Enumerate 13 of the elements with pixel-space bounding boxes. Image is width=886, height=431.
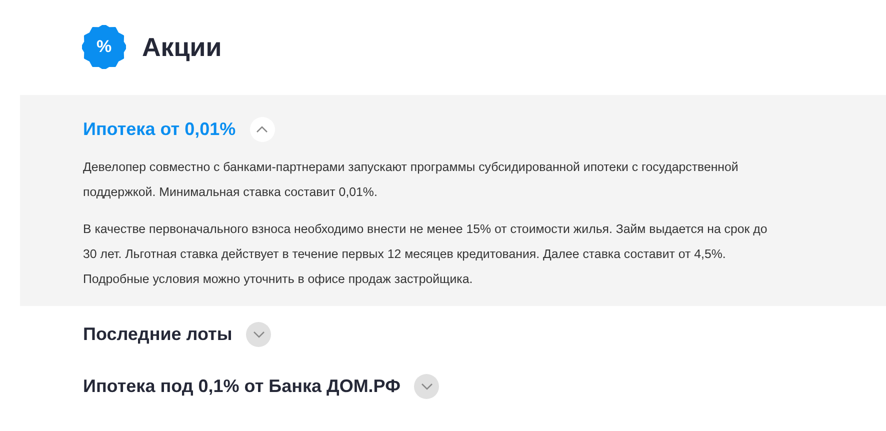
- section-title[interactable]: Последние лоты: [83, 324, 232, 344]
- toggle-button[interactable]: [246, 322, 272, 346]
- badge-icon: [82, 25, 126, 69]
- section-paragraph: Девелопер совместно с банками-партнерами запускают программы субсидированной ипотеки с государственной поддержкой. Минимальная ставка составит 0,01%.: [83, 159, 740, 201]
- chevron-icon: [252, 330, 265, 338]
- page-title: Акции: [142, 32, 222, 62]
- badge-label: %: [96, 37, 112, 57]
- section-title[interactable]: Ипотека под 0,1% от Банка ДОМ.РФ: [83, 376, 400, 396]
- chevron-icon: [420, 382, 433, 390]
- toggle-button[interactable]: [250, 116, 275, 142]
- chevron-icon: [256, 126, 268, 132]
- toggle-button[interactable]: [414, 374, 440, 398]
- section-paragraph: В качестве первоначального взноса необходимо внести не менее 15% от стоимости жилья. Займ выдается на срок до 30 лет. Льготная ставка действует в течение первых 12 месяцев кредитования. Далее ставка составит от 4,5%. Подробные условия можно уточнить в офисе продаж застройщика.: [83, 221, 768, 288]
